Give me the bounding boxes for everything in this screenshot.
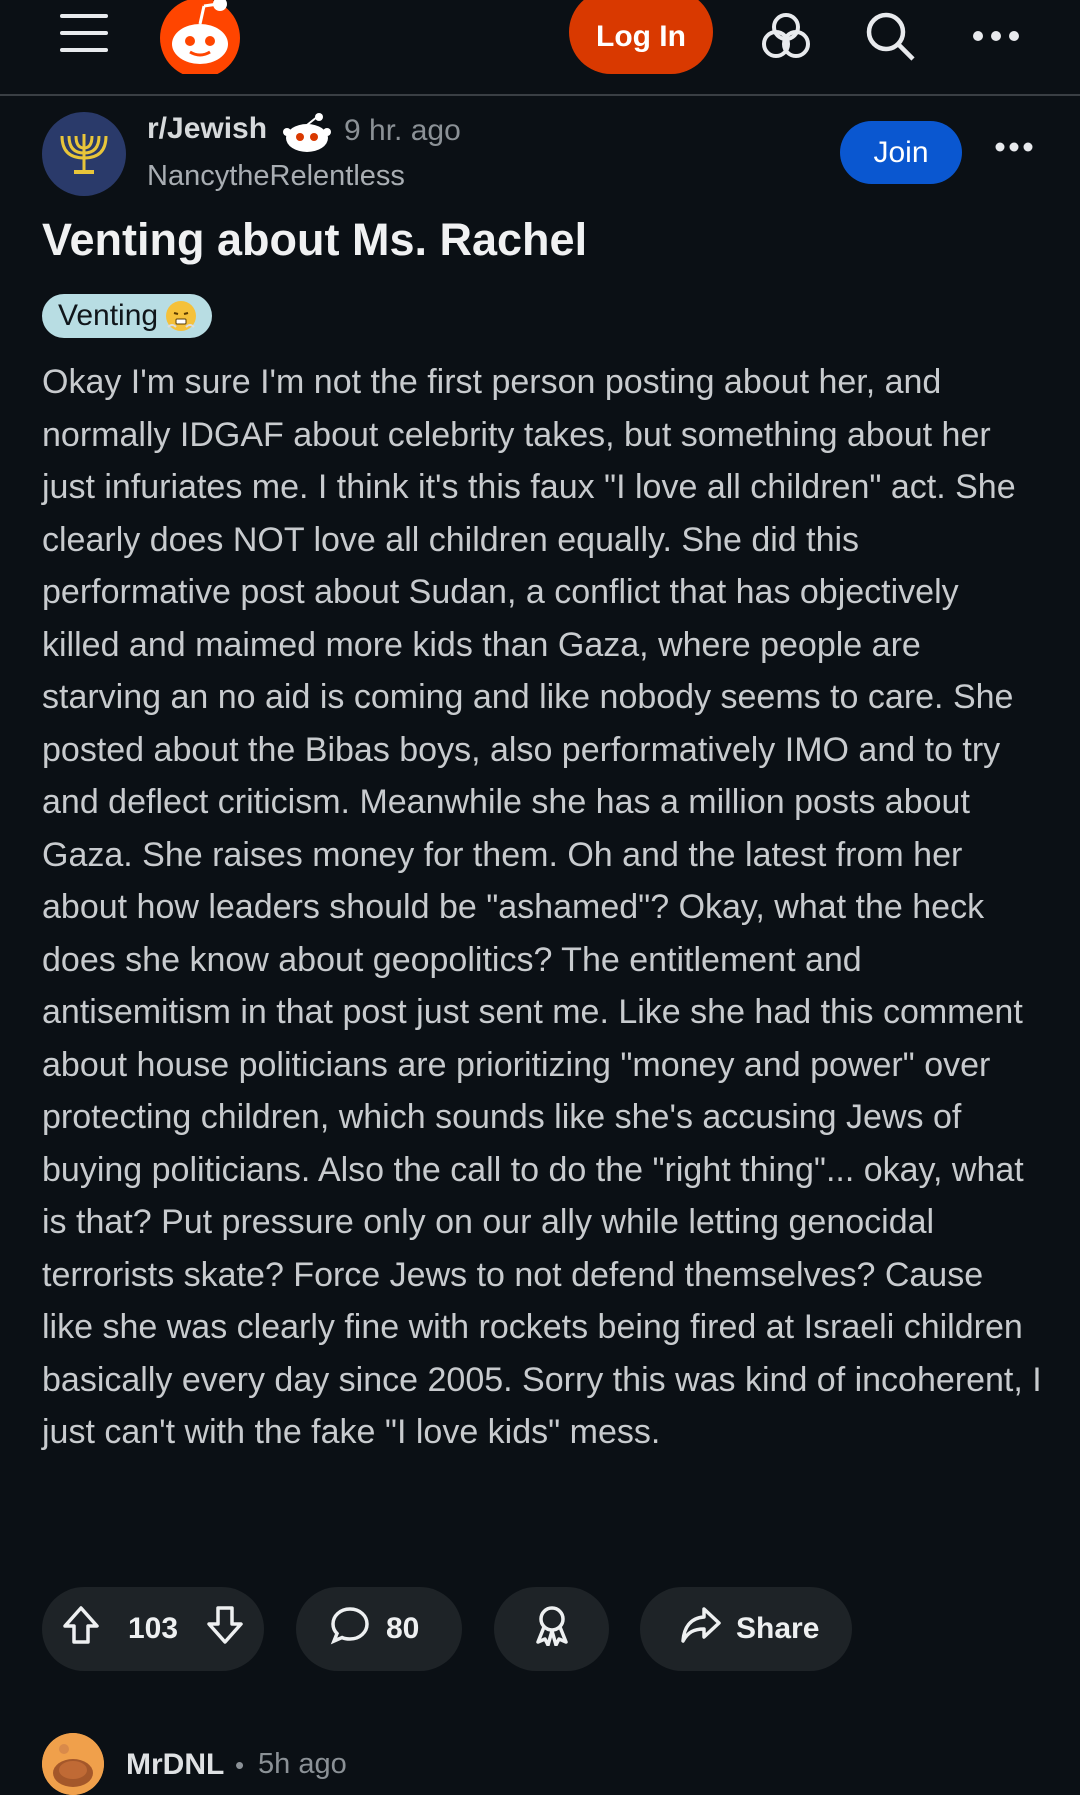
vote-bar: 103 bbox=[42, 1587, 264, 1671]
share-button[interactable]: Share bbox=[640, 1587, 852, 1671]
vote-score: 103 bbox=[127, 1612, 179, 1645]
post-title[interactable]: Venting about Ms. Rachel bbox=[42, 214, 587, 266]
menu-icon[interactable] bbox=[56, 8, 112, 58]
separator-dot: • bbox=[235, 1750, 245, 1780]
post-author[interactable]: NancytheRelentless bbox=[147, 160, 405, 193]
award-icon bbox=[532, 1604, 572, 1654]
post-more-icon[interactable] bbox=[994, 140, 1034, 156]
snoo-icon bbox=[283, 112, 331, 154]
commenter-avatar[interactable] bbox=[42, 1733, 104, 1795]
subreddit-name[interactable]: r/Jewish bbox=[147, 112, 267, 146]
chat-icon[interactable] bbox=[756, 6, 816, 66]
post-body: Okay I'm sure I'm not the first person p… bbox=[42, 363, 1042, 1451]
post-time: 9 hr. ago bbox=[344, 114, 461, 147]
subreddit-avatar[interactable] bbox=[42, 112, 126, 196]
more-icon[interactable] bbox=[966, 6, 1026, 66]
search-icon[interactable] bbox=[860, 6, 920, 66]
comment-username[interactable]: MrDNL bbox=[126, 1748, 224, 1782]
comment-count: 80 bbox=[386, 1612, 420, 1645]
comment-icon bbox=[330, 1605, 370, 1653]
steam-face-icon bbox=[166, 301, 197, 331]
menorah-icon bbox=[60, 134, 108, 174]
share-icon bbox=[680, 1606, 722, 1652]
award-button[interactable] bbox=[494, 1587, 609, 1671]
comments-button[interactable]: 80 bbox=[296, 1587, 462, 1671]
flair-label: Venting bbox=[58, 299, 159, 332]
post-flair[interactable]: Venting bbox=[42, 294, 213, 338]
reddit-logo[interactable] bbox=[156, 0, 244, 74]
login-button[interactable]: Log In bbox=[569, 0, 713, 74]
share-label: Share bbox=[736, 1612, 820, 1645]
comment-time: 5h ago bbox=[258, 1748, 347, 1780]
top-bar: Log In bbox=[0, 0, 1080, 96]
join-button[interactable]: Join bbox=[840, 121, 962, 184]
downvote-icon[interactable] bbox=[206, 1605, 244, 1653]
upvote-icon[interactable] bbox=[62, 1605, 100, 1653]
